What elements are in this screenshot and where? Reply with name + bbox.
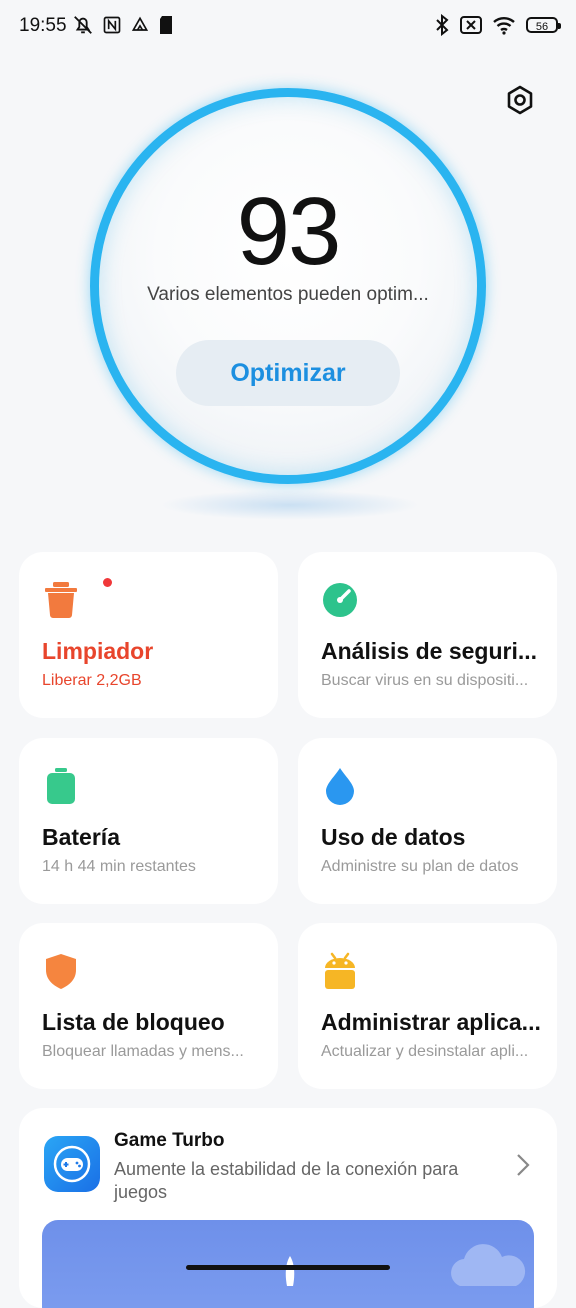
settings-button[interactable] [500, 80, 540, 120]
game-turbo-description: Aumente la estabilidad de la conexión pa… [114, 1159, 459, 1202]
security-scan-card[interactable]: Análisis de seguri... Buscar virus en su… [298, 552, 557, 718]
battery-title: Batería [42, 824, 120, 850]
manage-apps-subtitle: Actualizar y desinstalar apli... [321, 1043, 529, 1060]
wifi-icon [493, 17, 515, 35]
status-time: 19:55 [19, 15, 67, 36]
battery-card[interactable]: Batería 14 h 44 min restantes [19, 738, 278, 904]
gamepad-icon [53, 1145, 91, 1183]
rocket-icon [285, 1256, 295, 1286]
data-usage-card[interactable]: Uso de datos Administre su plan de datos [298, 738, 557, 904]
cleaner-subtitle: Liberar 2,2GB [42, 672, 142, 689]
cleaner-title: Limpiador [42, 638, 154, 664]
battery-icon: 56 [526, 17, 561, 33]
game-turbo-title: Game Turbo [114, 1130, 225, 1151]
manage-apps-title: Administrar aplica... [321, 1009, 541, 1035]
android-icon [325, 952, 355, 989]
security-scan-subtitle: Buscar virus en su dispositi... [321, 672, 529, 689]
score-panel: 93 Varios elementos pueden optim... Opti… [90, 88, 486, 484]
chevron-right-icon [517, 1154, 530, 1176]
score-value: 93 [236, 178, 342, 285]
battery-icon [47, 768, 75, 804]
nfc-icon [103, 16, 121, 34]
alert-dot [103, 578, 112, 587]
trash-icon [45, 582, 77, 618]
shield-icon [46, 954, 76, 989]
score-description: Varios elementos pueden optim... [147, 284, 429, 305]
security-scan-title: Análisis de seguri... [321, 638, 538, 664]
block-list-subtitle: Bloquear llamadas y mens... [42, 1043, 244, 1060]
optimize-button[interactable]: Optimizar [176, 340, 400, 406]
game-turbo-banner [42, 1220, 534, 1308]
settings-hexagon-icon [507, 85, 533, 115]
cloud-icon [451, 1244, 526, 1286]
sim-card-icon [160, 16, 172, 34]
bluetooth-icon [436, 14, 449, 36]
water-drop-icon [326, 768, 354, 805]
score-shadow [160, 490, 420, 520]
status-right-icons: 56 [434, 14, 561, 36]
mute-notifications-icon [74, 16, 92, 34]
game-turbo-app-icon [44, 1136, 100, 1192]
speedometer-icon [323, 583, 357, 617]
status-left-icons [72, 14, 174, 36]
cleaner-card[interactable]: Limpiador Liberar 2,2GB [19, 552, 278, 718]
manage-apps-card[interactable]: Administrar aplica... Actualizar y desin… [298, 923, 557, 1089]
data-usage-title: Uso de datos [321, 824, 466, 850]
status-bar: 19:55 56 [0, 0, 576, 52]
block-list-title: Lista de bloqueo [42, 1009, 225, 1035]
battery-subtitle: 14 h 44 min restantes [42, 858, 196, 875]
drive-icon [131, 16, 149, 31]
block-list-card[interactable]: Lista de bloqueo Bloquear llamadas y men… [19, 923, 278, 1089]
home-indicator[interactable] [186, 1265, 390, 1270]
no-sim-icon [460, 16, 482, 34]
data-usage-subtitle: Administre su plan de datos [321, 858, 519, 875]
game-turbo-card[interactable]: Game Turbo Aumente la estabilidad de la … [19, 1108, 557, 1308]
